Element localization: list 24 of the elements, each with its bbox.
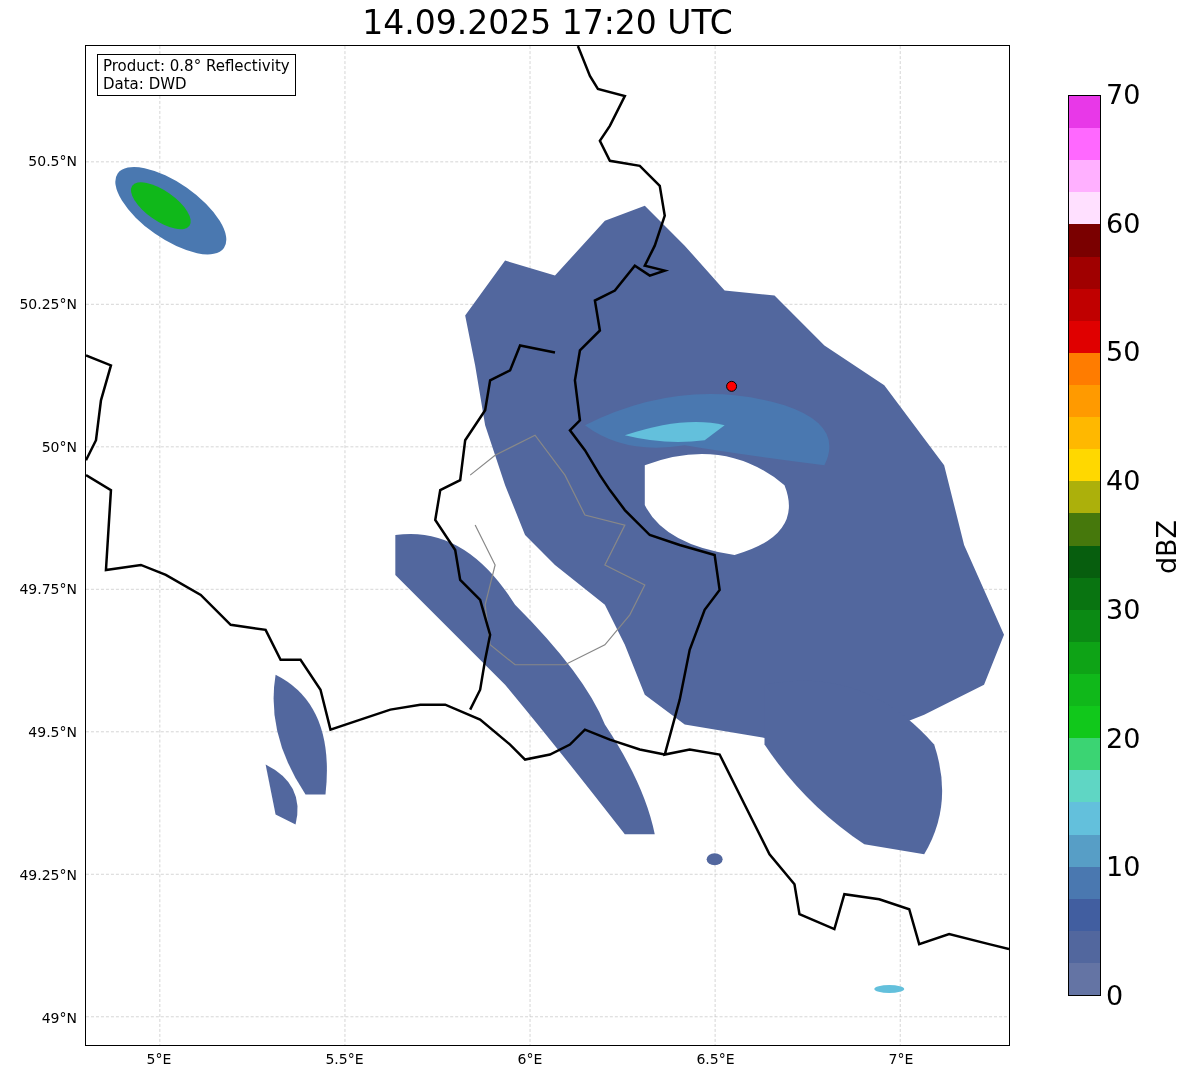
colorbar-tick-label: 50 xyxy=(1106,338,1141,366)
colorbar-tick-label: 20 xyxy=(1106,724,1141,752)
longitude-label: 6°E xyxy=(517,1052,543,1066)
latitude-label: 50.5°N xyxy=(28,154,77,168)
longitude-label: 5°E xyxy=(146,1052,172,1066)
colorbar-tick-label: 10 xyxy=(1106,853,1141,881)
longitude-label: 7°E xyxy=(888,1052,914,1066)
colorbar-tick-label: 30 xyxy=(1106,595,1141,623)
latitude-label: 49°N xyxy=(41,1010,77,1025)
latitude-label: 50°N xyxy=(41,439,77,454)
colorbar-tick-label: 0 xyxy=(1106,982,1124,1009)
latitude-label: 50.25°N xyxy=(19,296,77,311)
info-text: Product: 0.8° Reflectivity xyxy=(103,57,290,75)
info-text: Data: DWD xyxy=(103,75,188,93)
colorbar-tick-label: 70 xyxy=(1106,81,1141,108)
colorbar-tick-label: 60 xyxy=(1106,209,1141,237)
colorbar-tick-label: 40 xyxy=(1106,467,1141,495)
latitude-label: 49.75°N xyxy=(19,582,77,597)
longitude-label: 5.5°E xyxy=(325,1052,364,1066)
latitude-label: 49.25°N xyxy=(19,868,77,882)
colorbar-label: dBZ xyxy=(1152,519,1180,575)
longitude-label: 6.5°E xyxy=(696,1052,735,1066)
latitude-label: 49.5°N xyxy=(28,725,77,740)
chart-title: 14.09.2025 17:20 UTC xyxy=(362,6,733,39)
